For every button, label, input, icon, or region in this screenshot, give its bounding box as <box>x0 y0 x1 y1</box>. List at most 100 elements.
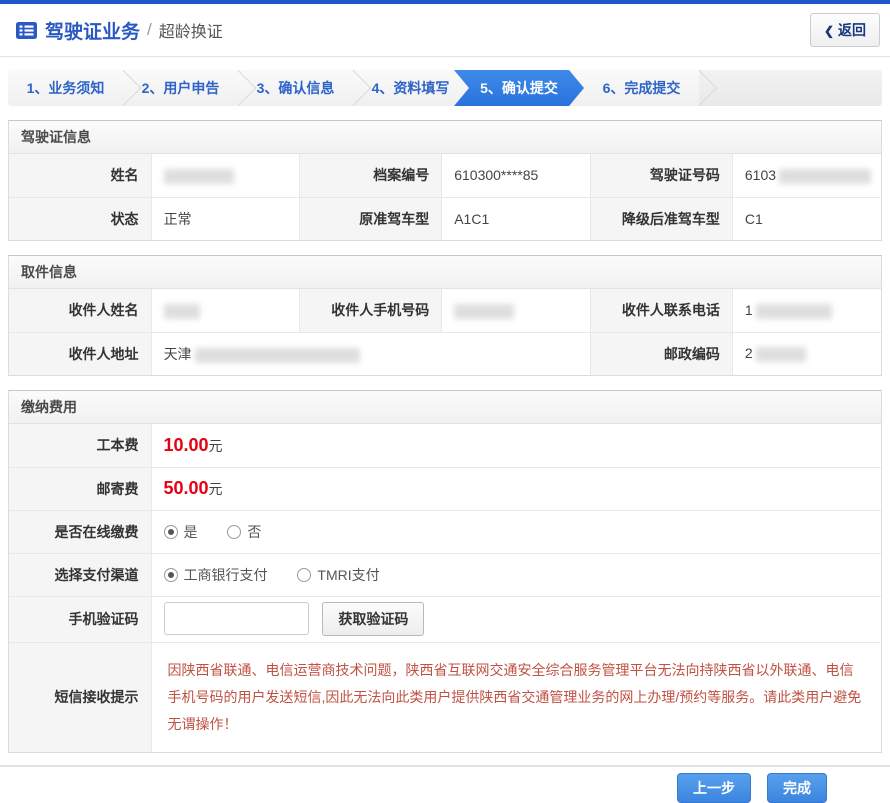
status-value: 正常 <box>151 197 300 240</box>
postcode-visible: 2 <box>745 345 753 361</box>
step-bar-filler <box>699 70 882 106</box>
table-row: 短信接收提示 因陕西省联通、电信运营商技术问题，陕西省互联网交通安全综合服务管理… <box>9 642 881 752</box>
fees-section: 缴纳费用 工本费 10.00元 邮寄费 50.00元 是否在线缴费 是 否 选择… <box>8 390 882 753</box>
down-class-value: C1 <box>732 197 881 240</box>
table-row: 收件人地址 天津 邮政编码 2 <box>9 332 881 375</box>
sms-code-label: 手机验证码 <box>9 596 151 642</box>
fees-table: 工本费 10.00元 邮寄费 50.00元 是否在线缴费 是 否 选择支付渠道 … <box>9 424 881 752</box>
post-fee-value: 50.00元 <box>151 467 881 510</box>
online-pay-yes-label[interactable]: 是 <box>184 524 198 540</box>
breadcrumb-divider: / <box>147 20 152 40</box>
step-label: 2、用户申告 <box>142 78 220 98</box>
footer-actions: 上一步 完成 <box>0 753 890 803</box>
postcode-value: 2 <box>732 332 881 375</box>
work-fee-unit: 元 <box>209 438 223 454</box>
online-pay-no-radio[interactable] <box>227 525 241 539</box>
table-row: 收件人姓名 收件人手机号码 收件人联系电话 1 <box>9 289 881 332</box>
orig-class-value: A1C1 <box>442 197 591 240</box>
step-progress-bar: 1、业务须知 2、用户申告 3、确认信息 4、资料填写 5、确认提交 6、完成提… <box>8 70 882 106</box>
recipient-name-value <box>151 289 300 332</box>
post-fee-unit: 元 <box>209 481 223 497</box>
pickup-info-table: 收件人姓名 收件人手机号码 收件人联系电话 1 收件人地址 天津 邮政编码 2 <box>9 289 881 375</box>
sms-notice-cell: 因陕西省联通、电信运营商技术问题，陕西省互联网交通安全综合服务管理平台无法向持陕… <box>151 642 881 752</box>
channel-icbc-radio[interactable] <box>164 568 178 582</box>
work-fee-label: 工本费 <box>9 424 151 467</box>
page-header: 驾驶证业务 / 超龄换证 ❮ 返回 <box>0 4 890 57</box>
redacted-value <box>454 304 514 319</box>
online-pay-yes-radio[interactable] <box>164 525 178 539</box>
step-3-confirm-info[interactable]: 3、确认信息 <box>238 70 353 106</box>
recipient-mobile-label: 收件人手机号码 <box>300 289 442 332</box>
online-pay-options: 是 否 <box>151 510 881 553</box>
table-row: 邮寄费 50.00元 <box>9 467 881 510</box>
license-info-heading: 驾驶证信息 <box>9 121 881 154</box>
online-pay-label: 是否在线缴费 <box>9 510 151 553</box>
name-label: 姓名 <box>9 154 151 197</box>
step-label: 3、确认信息 <box>257 78 335 98</box>
post-fee-amount: 50.00 <box>164 478 209 498</box>
redacted-value <box>756 347 806 362</box>
step-label: 5、确认提交 <box>480 78 558 98</box>
table-row: 状态 正常 原准驾车型 A1C1 降级后准驾车型 C1 <box>9 197 881 240</box>
redacted-value <box>164 169 234 184</box>
page-bottom-divider <box>0 765 890 767</box>
recipient-address-label: 收件人地址 <box>9 332 151 375</box>
channel-tmri-label[interactable]: TMRI支付 <box>317 567 379 583</box>
get-code-button[interactable]: 获取验证码 <box>322 602 424 636</box>
pickup-info-heading: 取件信息 <box>9 256 881 289</box>
chevron-left-icon: ❮ <box>824 24 834 38</box>
orig-class-label: 原准驾车型 <box>300 197 442 240</box>
table-row: 选择支付渠道 工商银行支付 TMRI支付 <box>9 553 881 596</box>
table-row: 姓名 档案编号 610300****85 驾驶证号码 6103 <box>9 154 881 197</box>
step-4-fill-material[interactable]: 4、资料填写 <box>353 70 468 106</box>
channel-tmri-radio[interactable] <box>297 568 311 582</box>
status-label: 状态 <box>9 197 151 240</box>
step-label: 4、资料填写 <box>372 78 450 98</box>
postcode-label: 邮政编码 <box>590 332 732 375</box>
page-title: 驾驶证业务 <box>45 17 140 44</box>
step-label: 1、业务须知 <box>27 78 105 98</box>
step-5-confirm-submit-active[interactable]: 5、确认提交 <box>454 70 584 106</box>
sms-notice-text: 因陕西省联通、电信运营商技术问题，陕西省互联网交通安全综合服务管理平台无法向持陕… <box>164 647 870 749</box>
sms-code-field: 获取验证码 <box>151 596 881 642</box>
step-2-user-declaration[interactable]: 2、用户申告 <box>123 70 238 106</box>
back-button-label: 返回 <box>838 22 866 38</box>
phone-visible: 1 <box>745 302 753 318</box>
back-button[interactable]: ❮ 返回 <box>810 13 880 47</box>
license-info-table: 姓名 档案编号 610300****85 驾驶证号码 6103 状态 正常 原准… <box>9 154 881 240</box>
name-value <box>151 154 300 197</box>
prev-step-button[interactable]: 上一步 <box>677 773 751 803</box>
work-fee-value: 10.00元 <box>151 424 881 467</box>
table-row: 工本费 10.00元 <box>9 424 881 467</box>
file-no-value: 610300****85 <box>442 154 591 197</box>
finish-button[interactable]: 完成 <box>767 773 827 803</box>
breadcrumb-current: 超龄换证 <box>159 18 223 42</box>
recipient-phone-value: 1 <box>732 289 881 332</box>
sms-notice-label: 短信接收提示 <box>9 642 151 752</box>
pay-channel-label: 选择支付渠道 <box>9 553 151 596</box>
recipient-address-value: 天津 <box>151 332 590 375</box>
step-1-business-notice[interactable]: 1、业务须知 <box>8 70 123 106</box>
list-icon <box>16 22 37 39</box>
recipient-name-label: 收件人姓名 <box>9 289 151 332</box>
step-6-finish-submit[interactable]: 6、完成提交 <box>584 70 699 106</box>
pickup-info-section: 取件信息 收件人姓名 收件人手机号码 收件人联系电话 1 收件人地址 天津 邮政… <box>8 255 882 376</box>
recipient-mobile-value <box>442 289 591 332</box>
license-no-value: 6103 <box>732 154 881 197</box>
recipient-phone-label: 收件人联系电话 <box>590 289 732 332</box>
step-label: 6、完成提交 <box>603 78 681 98</box>
redacted-value <box>195 348 360 363</box>
online-pay-no-label[interactable]: 否 <box>247 524 261 540</box>
post-fee-label: 邮寄费 <box>9 467 151 510</box>
down-class-label: 降级后准驾车型 <box>590 197 732 240</box>
address-visible: 天津 <box>164 346 192 362</box>
redacted-value <box>756 304 832 319</box>
channel-icbc-label[interactable]: 工商银行支付 <box>184 567 268 583</box>
license-no-label: 驾驶证号码 <box>590 154 732 197</box>
redacted-value <box>779 169 871 184</box>
work-fee-amount: 10.00 <box>164 435 209 455</box>
fees-heading: 缴纳费用 <box>9 391 881 424</box>
file-no-label: 档案编号 <box>300 154 442 197</box>
license-no-visible: 6103 <box>745 167 776 183</box>
sms-code-input[interactable] <box>164 602 309 635</box>
